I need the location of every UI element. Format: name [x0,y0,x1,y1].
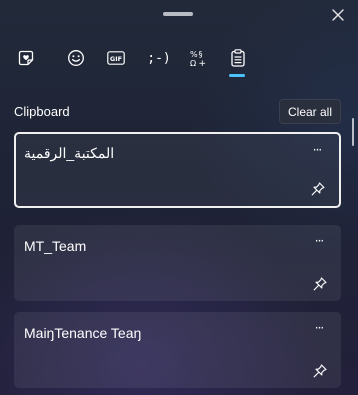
kaomoji-icon: ;-) [147,50,171,66]
pin-button[interactable] [311,362,329,380]
clipboard-icon [231,49,245,67]
symbols-icon: % § Ω + [190,50,207,67]
tab-gif[interactable]: GIF [104,44,128,72]
clipboard-item[interactable]: المكتبة_الرقمية ··· [14,132,341,208]
tab-kaomoji[interactable]: ;-) [146,44,172,72]
clipboard-item-text: MaiŋTenance Teaŋ [24,325,142,341]
pin-button[interactable] [309,180,327,198]
tab-emoji[interactable] [64,44,88,72]
clipboard-item-text: MT_Team [24,238,87,254]
heart-sticker-icon [18,50,34,66]
pin-button[interactable] [311,275,329,293]
clear-all-button[interactable]: Clear all [279,99,341,124]
pin-icon [313,364,327,378]
svg-text:%: % [190,50,198,59]
tab-symbols[interactable]: % § Ω + [186,44,210,72]
clipboard-item[interactable]: MT_Team ··· [14,225,341,301]
scrollbar[interactable] [352,118,354,146]
active-tab-indicator [229,74,245,77]
more-options-button[interactable]: ··· [309,320,329,336]
emoji-clipboard-panel: GIF ;-) % § Ω + Clipboard Clear all المك… [0,0,358,395]
svg-text:Ω: Ω [190,59,196,67]
pin-icon [313,277,327,291]
svg-text:GIF: GIF [110,55,122,63]
tab-stickers[interactable] [14,44,38,72]
more-icon: ··· [312,143,323,157]
more-icon: ··· [314,321,325,335]
svg-text:+: + [199,59,207,67]
clipboard-item-text: المكتبة_الرقمية [24,145,115,161]
more-options-button[interactable]: ··· [307,142,327,158]
smiley-icon [68,50,84,66]
more-icon: ··· [314,234,325,248]
more-options-button[interactable]: ··· [309,233,329,249]
svg-text:§: § [199,50,203,59]
clipboard-item[interactable]: MaiŋTenance Teaŋ ··· [14,312,341,388]
drag-handle[interactable] [163,12,193,16]
close-icon [332,9,344,21]
section-title: Clipboard [14,104,70,119]
tab-clipboard[interactable] [226,44,250,77]
pin-icon [311,182,325,196]
gif-icon: GIF [107,51,125,65]
close-button[interactable] [327,4,349,26]
